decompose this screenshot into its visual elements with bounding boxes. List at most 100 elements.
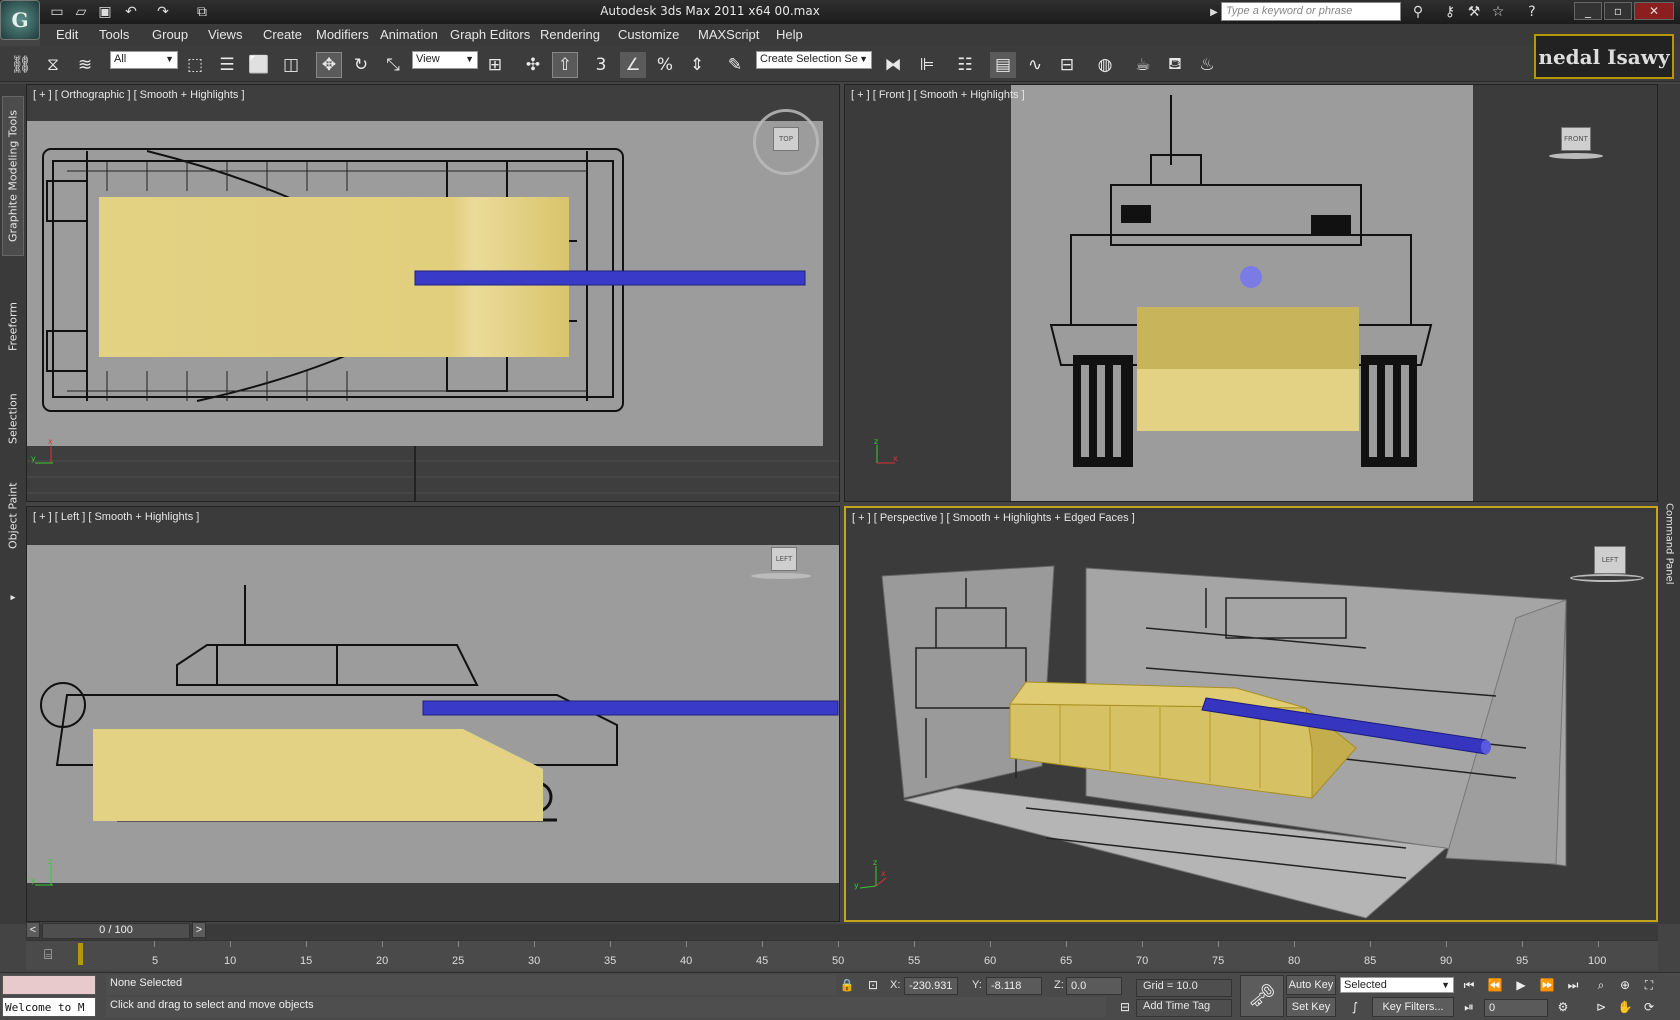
select-by-name-icon[interactable]: ☰ bbox=[214, 52, 240, 78]
layer-manager-icon[interactable]: ☷ bbox=[952, 52, 978, 78]
next-frame-icon[interactable]: ⏩ bbox=[1536, 975, 1558, 995]
y-coord-field[interactable]: -8.118 bbox=[986, 977, 1042, 995]
percent-snap-icon[interactable]: % bbox=[652, 52, 678, 78]
key-mode-toggle-icon[interactable]: ⏯ bbox=[1458, 997, 1480, 1017]
tab-freeform[interactable]: Freeform bbox=[2, 292, 24, 362]
angle-snap-icon[interactable]: ∠ bbox=[620, 52, 646, 78]
tab-object-paint[interactable]: Object Paint bbox=[2, 476, 24, 556]
default-in-out-tangent-icon[interactable]: ∫ bbox=[1344, 997, 1366, 1017]
viewcube-perspective-ring[interactable] bbox=[1570, 574, 1644, 582]
undo-icon[interactable]: ↶ bbox=[122, 3, 140, 21]
mirror-icon[interactable]: ⧓ bbox=[880, 52, 906, 78]
field-of-view-icon[interactable]: ⊳ bbox=[1590, 997, 1612, 1017]
edit-named-selection-icon[interactable]: ✎ bbox=[722, 52, 748, 78]
set-key-big-icon[interactable]: 🗝 bbox=[1240, 975, 1284, 1017]
open-file-icon[interactable]: ▱ bbox=[72, 3, 90, 21]
previous-frame-icon[interactable]: ⏪ bbox=[1484, 975, 1506, 995]
window-crossing-icon[interactable]: ◫ bbox=[278, 52, 304, 78]
material-editor-icon[interactable]: ◍ bbox=[1092, 52, 1118, 78]
project-folder-icon[interactable]: ⧉ bbox=[190, 3, 214, 21]
search-expand-icon[interactable]: ▶ bbox=[1208, 3, 1220, 21]
orbit-icon[interactable]: ⟳ bbox=[1638, 997, 1660, 1017]
minimize-button[interactable]: _ bbox=[1574, 2, 1602, 20]
menu-customize[interactable]: Customize bbox=[618, 27, 679, 42]
viewcube-left[interactable]: LEFT bbox=[771, 547, 797, 571]
tab-selection[interactable]: Selection bbox=[2, 384, 24, 454]
select-and-move-icon[interactable]: ✥ bbox=[316, 52, 342, 78]
front-hull-top-face[interactable] bbox=[1137, 307, 1359, 369]
viewport-left-label[interactable]: [ + ] [ Left ] [ Smooth + Highlights ] bbox=[33, 511, 199, 523]
maxscript-listener-pink[interactable] bbox=[2, 975, 96, 995]
x-coord-field[interactable]: -230.931 bbox=[904, 977, 958, 995]
next-frame-arrow[interactable]: > bbox=[192, 922, 206, 938]
close-button[interactable]: ✕ bbox=[1634, 2, 1674, 20]
app-logo-icon[interactable]: G bbox=[0, 0, 40, 40]
spinner-snap-icon[interactable]: ⇕ bbox=[684, 52, 710, 78]
align-icon[interactable]: ⊫ bbox=[914, 52, 940, 78]
render-setup-icon[interactable]: ☕ bbox=[1130, 52, 1156, 78]
add-time-tag-button[interactable]: Add Time Tag bbox=[1136, 999, 1232, 1017]
tab-command-panel[interactable]: Command Panel bbox=[1658, 484, 1680, 604]
pan-view-icon[interactable]: ✋ bbox=[1614, 997, 1636, 1017]
rendered-frame-window-icon[interactable]: ⛾ bbox=[1162, 52, 1188, 78]
menu-graph-editors[interactable]: Graph Editors bbox=[450, 27, 530, 42]
front-barrel-cylinder[interactable] bbox=[1240, 266, 1262, 288]
go-to-end-icon[interactable]: ⏭ bbox=[1562, 975, 1584, 995]
play-icon[interactable]: ▶ bbox=[1510, 975, 1532, 995]
viewport-left[interactable]: [ + ] [ Left ] [ Smooth + Highlights ] L… bbox=[26, 506, 840, 922]
key-mode-dropdown[interactable]: Selected bbox=[1340, 977, 1454, 993]
menu-maxscript[interactable]: MAXScript bbox=[698, 27, 759, 42]
viewcube-top[interactable]: TOP bbox=[773, 127, 799, 151]
menu-create[interactable]: Create bbox=[263, 27, 302, 42]
selection-filter-dropdown[interactable]: All bbox=[110, 51, 178, 69]
prev-frame-arrow[interactable]: < bbox=[26, 922, 40, 938]
pivot-center-icon[interactable]: ⊞ bbox=[482, 52, 508, 78]
schematic-view-icon[interactable]: ⊟ bbox=[1054, 52, 1080, 78]
go-to-start-icon[interactable]: ⏮ bbox=[1458, 975, 1480, 995]
select-object-icon[interactable]: ⬚ bbox=[182, 52, 208, 78]
tab-graphite-modeling-tools[interactable]: Graphite Modeling Tools bbox=[2, 96, 24, 256]
redo-icon[interactable]: ↷ bbox=[154, 3, 172, 21]
menu-modifiers[interactable]: Modifiers bbox=[316, 27, 369, 42]
zoom-extents-icon[interactable]: ⛶ bbox=[1638, 975, 1660, 995]
graphite-toggle-icon[interactable]: ▤ bbox=[990, 52, 1016, 78]
left-hull-box[interactable] bbox=[93, 729, 543, 821]
current-frame-marker[interactable] bbox=[78, 943, 83, 965]
viewport-front[interactable]: [ + ] [ Front ] [ Smooth + Highlights ] bbox=[844, 84, 1658, 502]
viewport-top-label[interactable]: [ + ] [ Orthographic ] [ Smooth + Highli… bbox=[33, 89, 245, 101]
menu-group[interactable]: Group bbox=[152, 27, 188, 42]
viewcube-perspective[interactable]: LEFT bbox=[1594, 546, 1626, 574]
auto-key-button[interactable]: Auto Key bbox=[1286, 975, 1336, 995]
binoculars-icon[interactable]: ⚲ bbox=[1408, 3, 1428, 21]
search-input[interactable]: Type a keyword or phrase bbox=[1221, 2, 1401, 21]
new-file-icon[interactable]: ▭ bbox=[48, 3, 66, 21]
save-file-icon[interactable]: ▣ bbox=[96, 3, 114, 21]
viewcube-front[interactable]: FRONT bbox=[1561, 127, 1591, 151]
render-production-icon[interactable]: ♨ bbox=[1194, 52, 1220, 78]
menu-tools[interactable]: Tools bbox=[99, 27, 129, 42]
named-selection-dropdown[interactable]: Create Selection Se bbox=[756, 51, 872, 69]
ribbon-expand-icon[interactable]: ◂ bbox=[2, 590, 24, 606]
manipulate-icon[interactable]: ✣ bbox=[520, 52, 546, 78]
z-coord-field[interactable]: 0.0 bbox=[1066, 977, 1122, 995]
viewport-top[interactable]: [ + ] [ Orthographic ] [ Smooth + Highli… bbox=[26, 84, 840, 502]
menu-views[interactable]: Views bbox=[208, 27, 242, 42]
front-hull-box[interactable] bbox=[1137, 369, 1359, 431]
curve-editor-icon[interactable]: ∿ bbox=[1022, 52, 1048, 78]
key-icon[interactable]: ⚷ bbox=[1440, 3, 1460, 21]
maximize-button[interactable]: ▫ bbox=[1604, 2, 1632, 20]
rectangular-selection-icon[interactable]: ⬜ bbox=[246, 52, 272, 78]
menu-animation[interactable]: Animation bbox=[380, 27, 438, 42]
bind-space-warp-icon[interactable]: ≋ bbox=[72, 52, 98, 78]
unlink-icon[interactable]: ⧖ bbox=[40, 52, 66, 78]
menu-edit[interactable]: Edit bbox=[56, 27, 78, 42]
snaps-toggle-icon[interactable]: 3 bbox=[588, 52, 614, 78]
lock-selection-icon[interactable]: 🔒 bbox=[836, 975, 858, 995]
set-key-button[interactable]: Set Key bbox=[1286, 997, 1336, 1017]
maxscript-mini-listener[interactable]: Welcome to M bbox=[2, 997, 96, 1017]
key-filters-button[interactable]: Key Filters... bbox=[1372, 997, 1454, 1017]
favorites-star-icon[interactable]: ☆ bbox=[1488, 3, 1508, 21]
select-and-scale-icon[interactable]: ⤡ bbox=[380, 52, 406, 78]
menu-rendering[interactable]: Rendering bbox=[540, 27, 600, 42]
link-icon[interactable]: ⛓ bbox=[8, 52, 34, 78]
